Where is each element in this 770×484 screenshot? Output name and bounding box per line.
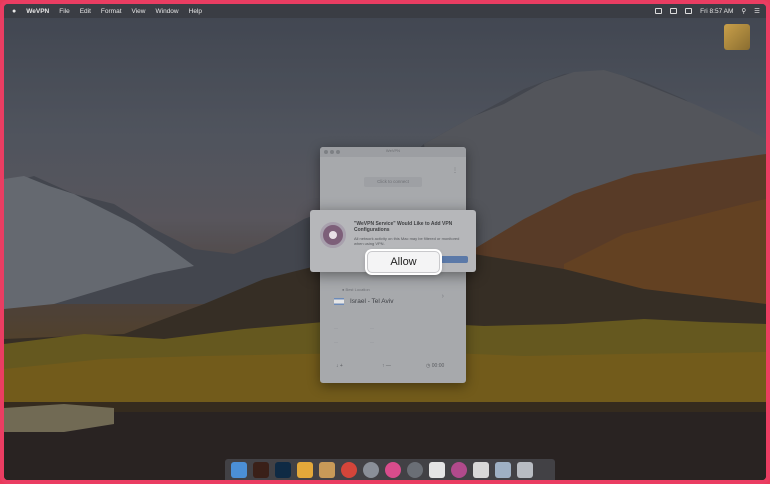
clock-icon: ◷ bbox=[426, 363, 431, 369]
system-preferences-icon[interactable] bbox=[407, 462, 423, 478]
calendar-icon[interactable] bbox=[429, 462, 445, 478]
vpn-status-icon[interactable] bbox=[655, 8, 663, 14]
menu-edit[interactable]: Edit bbox=[80, 8, 91, 15]
dock bbox=[225, 459, 555, 480]
menu-file[interactable]: File bbox=[59, 8, 69, 15]
dialog-title: "WeVPN Service" Would Like to Add VPN Co… bbox=[354, 221, 453, 233]
battery-icon[interactable] bbox=[685, 8, 693, 14]
menu-bar-status: Fri 8:57 AM ⚲ ☰ bbox=[655, 4, 760, 18]
menu-format[interactable]: Format bbox=[101, 8, 122, 15]
download-stat: ↓ + bbox=[336, 363, 343, 369]
menu-app-name[interactable]: WeVPN bbox=[26, 8, 49, 15]
chevron-right-icon[interactable]: › bbox=[442, 293, 444, 300]
upload-stat: ↑ — bbox=[382, 363, 391, 369]
apple-menu-icon[interactable]: ● bbox=[12, 8, 16, 15]
notes-icon[interactable] bbox=[473, 462, 489, 478]
preview-icon[interactable] bbox=[495, 462, 511, 478]
stat-divider-2: — bbox=[370, 325, 374, 330]
location-selector[interactable]: Israel - Tel Aviv bbox=[334, 295, 452, 307]
finder-icon[interactable] bbox=[231, 462, 247, 478]
location-name: Israel - Tel Aviv bbox=[350, 297, 394, 305]
search-icon[interactable]: ⚲ bbox=[741, 7, 746, 15]
launchpad-icon[interactable] bbox=[363, 462, 379, 478]
menu-window[interactable]: Window bbox=[156, 8, 179, 15]
dialog-message: All network activity on this Mac may be … bbox=[354, 236, 460, 246]
upload-arrow-icon: ↑ bbox=[382, 363, 385, 369]
sketch-icon[interactable] bbox=[297, 462, 313, 478]
screenshot-frame: ● WeVPN File Edit Format View Window Hel… bbox=[0, 0, 770, 484]
wevpn-logo-icon bbox=[320, 222, 346, 248]
menu-list-icon[interactable]: ☰ bbox=[754, 7, 760, 15]
download-arrow-icon: ↓ bbox=[336, 363, 339, 369]
connect-button[interactable]: Click to connect bbox=[364, 177, 422, 187]
wifi-icon[interactable] bbox=[670, 8, 678, 14]
menu-bar: ● WeVPN File Edit Format View Window Hel… bbox=[4, 4, 766, 18]
menu-help[interactable]: Help bbox=[189, 8, 202, 15]
best-location-label: ● Best Location bbox=[342, 287, 370, 292]
menu-clock[interactable]: Fri 8:57 AM bbox=[700, 8, 733, 15]
israel-flag-icon bbox=[334, 297, 344, 305]
trash-icon[interactable] bbox=[517, 462, 533, 478]
session-timer: ◷ 00:00 bbox=[426, 363, 445, 369]
package-icon[interactable] bbox=[724, 24, 750, 50]
illustrator-icon[interactable] bbox=[253, 462, 269, 478]
dialog-secondary-button[interactable] bbox=[438, 256, 468, 263]
photoshop-icon[interactable] bbox=[275, 462, 291, 478]
utility-icon[interactable] bbox=[319, 462, 335, 478]
stat-divider-4: — bbox=[370, 339, 374, 344]
stat-divider-3: — bbox=[334, 339, 338, 344]
chrome-icon[interactable] bbox=[341, 462, 357, 478]
more-options-icon[interactable]: ⋮ bbox=[452, 167, 458, 174]
menu-view[interactable]: View bbox=[132, 8, 146, 15]
stat-divider-1: — bbox=[334, 325, 338, 330]
wevpn-icon[interactable] bbox=[451, 462, 467, 478]
window-title: WeVPN bbox=[385, 148, 401, 153]
allow-button[interactable]: Allow bbox=[367, 251, 440, 273]
itunes-icon[interactable] bbox=[385, 462, 401, 478]
